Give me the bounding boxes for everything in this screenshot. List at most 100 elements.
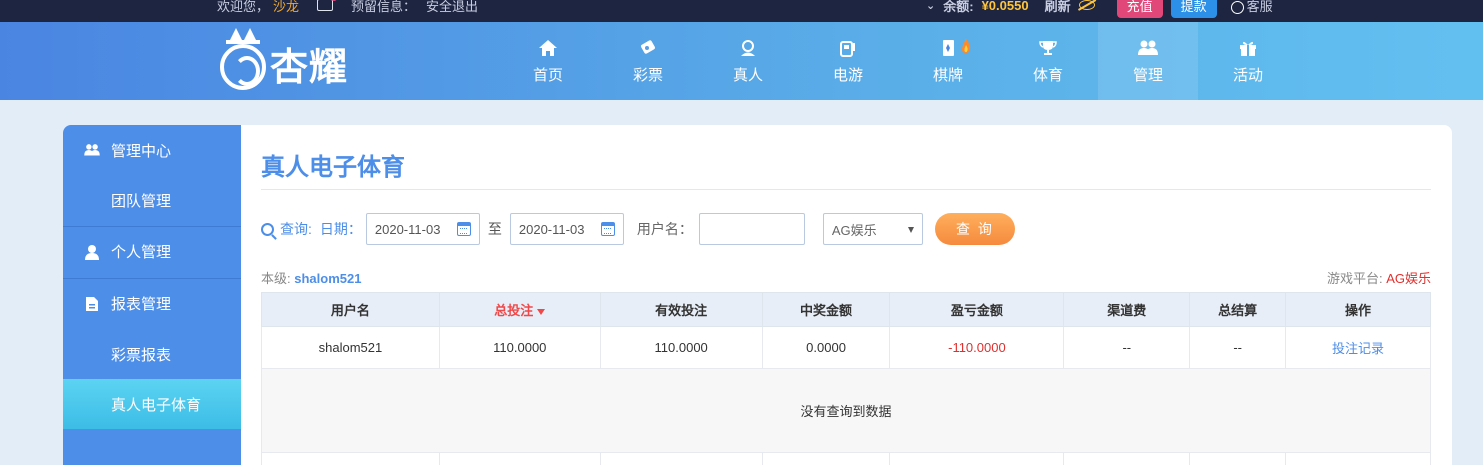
date-to-value: 2020-11-03	[518, 221, 585, 237]
nav-slots[interactable]: 电游	[798, 22, 898, 100]
col-settlement[interactable]: 总结算	[1189, 292, 1287, 327]
nav-live-label: 真人	[732, 66, 763, 84]
top-bar: 欢迎您， 沙龙 预留信息： 安全退出 ⌄ 余额: ¥0.0550 刷新 充值 提…	[0, 0, 1483, 22]
calendar-icon[interactable]	[600, 222, 615, 236]
date-to-input[interactable]: 2020-11-03	[509, 213, 624, 245]
logo-emblem	[220, 44, 266, 90]
nav-promo[interactable]: 活动	[1198, 22, 1298, 100]
refresh-button[interactable]: 刷新	[1045, 0, 1071, 15]
customer-service-link[interactable]: 客服	[1230, 0, 1273, 15]
calendar-icon[interactable]	[456, 222, 471, 236]
col-channel-fee[interactable]: 渠道费	[1063, 292, 1191, 327]
logo[interactable]: 杏耀	[220, 28, 370, 94]
level-label: 本级:	[261, 271, 291, 286]
sidebar-item-label: 报表管理	[111, 296, 172, 313]
nav-manage[interactable]: 管理	[1098, 22, 1198, 100]
sidebar-item-label: 管理中心	[111, 142, 172, 160]
hide-balance-icon[interactable]	[1078, 0, 1095, 10]
report-icon	[83, 296, 101, 312]
username: 沙龙	[273, 0, 300, 14]
table-cell	[1285, 452, 1431, 465]
nav-manage-label: 管理	[1132, 66, 1163, 84]
logout-link[interactable]: 安全退出	[426, 0, 478, 15]
col-profit-loss[interactable]: 盈亏金额	[889, 292, 1065, 327]
sidebar-item-reports[interactable]: 报表管理	[63, 278, 241, 328]
col-username[interactable]: 用户名	[261, 292, 440, 327]
lottery-icon	[637, 38, 659, 58]
table-cell	[1189, 452, 1287, 465]
user-icon	[83, 244, 101, 260]
platform-select[interactable]: AG娱乐	[822, 213, 923, 245]
nav-lottery[interactable]: 彩票	[598, 22, 698, 100]
balance-toggle[interactable]: ⌄	[926, 0, 935, 12]
sidebar: 管理中心 团队管理 个人管理 报表管理 彩票报表 真人电子体育	[63, 125, 241, 465]
sidebar-item-label: 团队管理	[111, 192, 172, 210]
main-card: 管理中心 团队管理 个人管理 报表管理 彩票报表 真人电子体育 真人电子体育 查…	[63, 125, 1452, 465]
sidebar-item-lottery-report[interactable]: 彩票报表	[63, 329, 241, 379]
cell-settlement: --	[1189, 326, 1287, 369]
cell-winnings: 0.0000	[761, 326, 891, 369]
chevron-down-icon	[907, 227, 914, 233]
card-game-icon	[937, 38, 971, 58]
nav-lottery-label: 彩票	[632, 66, 663, 84]
sidebar-item-team[interactable]: 团队管理	[63, 175, 241, 225]
sidebar-item-personal[interactable]: 个人管理	[63, 226, 241, 276]
platform-select-value: AG娱乐	[831, 222, 877, 238]
platform-label: 游戏平台:	[1326, 271, 1383, 286]
table-cell	[599, 452, 763, 465]
table-cell	[438, 452, 601, 465]
table-cell	[1063, 452, 1191, 465]
query-button[interactable]: 查 询	[934, 213, 1015, 245]
cell-channel-fee: --	[1063, 326, 1191, 369]
col-total-bet[interactable]: 总投注	[438, 292, 601, 327]
sidebar-item-management-center[interactable]: 管理中心	[63, 125, 241, 175]
cell-total-bet: 110.0000	[438, 326, 601, 369]
trophy-icon	[1037, 38, 1059, 58]
sort-desc-icon	[537, 308, 546, 315]
platform-info: 游戏平台: AG娱乐	[1327, 268, 1431, 287]
nav-home[interactable]: 首页	[498, 22, 598, 100]
cell-username: shalom521	[261, 326, 440, 369]
level-info: 本级: shalom521	[261, 268, 361, 287]
query-bar: 查询: 日期： 2020-11-03 至 2020-11-03 用户名： AG娱…	[261, 213, 1015, 245]
users-icon	[1137, 38, 1159, 58]
reserve-info-label: 预留信息：	[351, 0, 417, 14]
page-title: 真人电子体育	[261, 154, 405, 181]
hot-fire-icon	[962, 38, 971, 53]
date-from-input[interactable]: 2020-11-03	[365, 213, 480, 245]
nav-home-label: 首页	[532, 66, 563, 84]
table-row	[261, 452, 1431, 465]
table-header: 用户名 总投注 有效投注 中奖金额 盈亏金额 渠道费 总结算 操作	[261, 292, 1431, 327]
col-valid-bet[interactable]: 有效投注	[599, 292, 763, 327]
nav-sports[interactable]: 体育	[998, 22, 1098, 100]
level-value[interactable]: shalom521	[294, 271, 361, 286]
date-label: 日期：	[319, 221, 362, 237]
balance-value: ¥0.0550	[981, 0, 1029, 13]
nav-sports-label: 体育	[1032, 66, 1063, 84]
sidebar-item-label: 真人电子体育	[111, 396, 202, 414]
col-total-bet-label: 总投注	[494, 303, 534, 318]
live-dealer-icon	[737, 38, 759, 58]
bet-records-link[interactable]: 投注记录	[1285, 326, 1431, 369]
recharge-button[interactable]: 充值	[1116, 0, 1163, 18]
nav-cards[interactable]: 棋牌	[898, 22, 998, 100]
chat-icon	[1230, 0, 1244, 14]
balance-label: 余额:	[943, 0, 974, 14]
to-label: 至	[487, 221, 502, 237]
nav-cards-label: 棋牌	[932, 66, 963, 84]
search-icon	[261, 222, 274, 236]
withdraw-button[interactable]: 提款	[1170, 0, 1217, 18]
query-label: 查询:	[280, 221, 312, 237]
nav-live[interactable]: 真人	[698, 22, 798, 100]
divider	[261, 189, 1431, 190]
sidebar-item-label: 彩票报表	[111, 346, 172, 364]
col-winnings[interactable]: 中奖金额	[761, 292, 891, 327]
username-input[interactable]	[698, 213, 805, 245]
mail-icon[interactable]	[317, 0, 338, 11]
main-nav: 杏耀 首页 彩票 真人 电游 棋牌 体育 管理 活动	[0, 22, 1483, 100]
slot-machine-icon	[837, 38, 859, 58]
platform-value: AG娱乐	[1386, 271, 1431, 286]
cell-valid-bet: 110.0000	[599, 326, 763, 369]
table-cell	[889, 452, 1065, 465]
sidebar-item-live-sports[interactable]: 真人电子体育	[63, 379, 241, 429]
